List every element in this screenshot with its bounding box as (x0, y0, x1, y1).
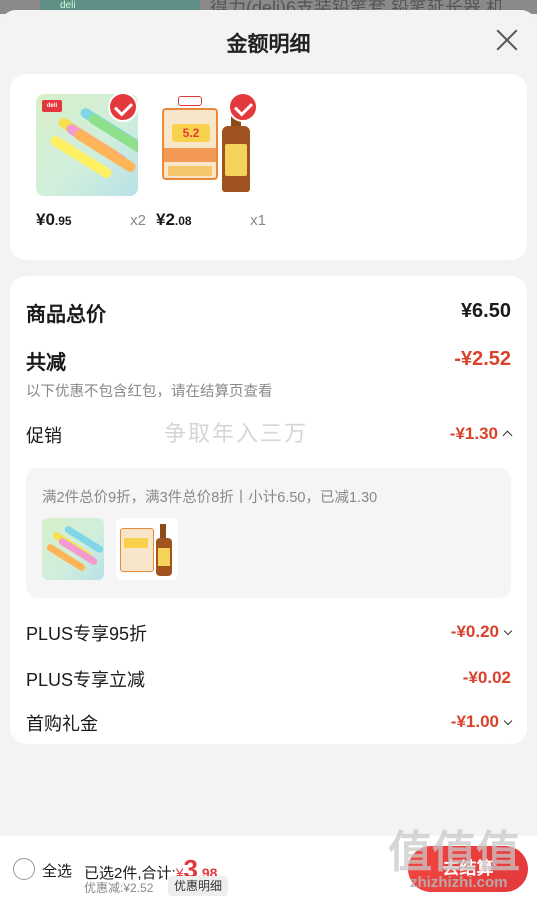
bottom-checkout-bar: 全选 已选2件,合计:¥3.98 优惠减:¥2.52 优惠明细 去结算 (0, 836, 537, 903)
select-all-label[interactable]: 全选 (42, 860, 72, 881)
promo-detail-box: 满2件总价9折，满3件总价8折丨小计6.50，已减1.30 (26, 468, 511, 598)
deli-logo: deli (42, 100, 62, 112)
product-quantity: x2 (130, 212, 146, 229)
promo-amount: -¥1.30 (450, 424, 513, 444)
product-price: ¥0.95 (36, 210, 72, 229)
gift-amount: -¥1.00 (451, 712, 513, 732)
promo-rule-text: 满2件总价9折，满3件总价8折丨小计6.50，已减1.30 (42, 490, 378, 506)
selected-check-icon (108, 92, 138, 122)
product-item-pens[interactable]: deli (36, 92, 146, 196)
reduce-value: -¥2.52 (454, 348, 511, 370)
select-all-radio[interactable] (13, 858, 35, 880)
price-row-cooking-wine: ¥2.08 x1 (156, 210, 266, 234)
total-row: 商品总价 ¥6.50 (26, 298, 511, 326)
reduce-row: 共减 -¥2.52 (26, 346, 511, 374)
price-row-pens: ¥0.95 x2 (36, 210, 146, 234)
selected-check-icon (228, 92, 258, 122)
plus-off-value: -¥0.02 (462, 668, 511, 687)
amount-detail-sheet: 金额明细 deli ¥0.95 x2 5.2 ¥2.08 x1 商品总价 ¥6.… (0, 10, 537, 903)
plus-off-label: PLUS专享立减 (26, 670, 146, 690)
plus95-label: PLUS专享95折 (26, 624, 148, 644)
chevron-up-icon (502, 430, 513, 441)
plus-off-row: PLUS专享立减 -¥0.02 (26, 666, 511, 692)
sheet-title: 金额明细 (226, 33, 311, 56)
sheet-header: 金额明细 (0, 10, 537, 72)
checkout-button[interactable]: 去结算 (408, 846, 528, 892)
discount-detail-button[interactable]: 优惠明细 (168, 876, 229, 896)
product-item-cooking-wine[interactable]: 5.2 (156, 92, 266, 196)
chevron-down-icon (503, 626, 513, 635)
promo-thumb-pens (42, 518, 104, 580)
plus95-row[interactable]: PLUS专享95折 -¥0.20 (26, 620, 513, 646)
plus95-amount: -¥0.20 (451, 622, 513, 642)
gift-label: 首购礼金 (26, 714, 98, 734)
discount-text: 优惠减:¥2.52 (84, 881, 154, 895)
products-card: deli ¥0.95 x2 5.2 ¥2.08 x1 (10, 74, 527, 260)
product-price: ¥2.08 (156, 210, 192, 229)
watermark-text: 争取年入三万 (164, 421, 309, 446)
promo-label: 促销 (26, 426, 62, 446)
total-value: ¥6.50 (460, 300, 511, 322)
product-quantity: x1 (250, 212, 266, 229)
reduce-label: 共减 (26, 352, 66, 374)
reduce-note: 以下优惠不包含红包，请在结算页查看 (26, 384, 273, 400)
chevron-down-icon (503, 716, 513, 725)
promo-thumb-cooking-wine (116, 518, 178, 580)
price-detail-card: 商品总价 ¥6.50 共减 -¥2.52 以下优惠不包含红包，请在结算页查看 促… (10, 276, 527, 744)
total-label: 商品总价 (26, 304, 106, 326)
gift-row[interactable]: 首购礼金 -¥1.00 (26, 710, 513, 736)
close-icon[interactable] (495, 28, 519, 52)
